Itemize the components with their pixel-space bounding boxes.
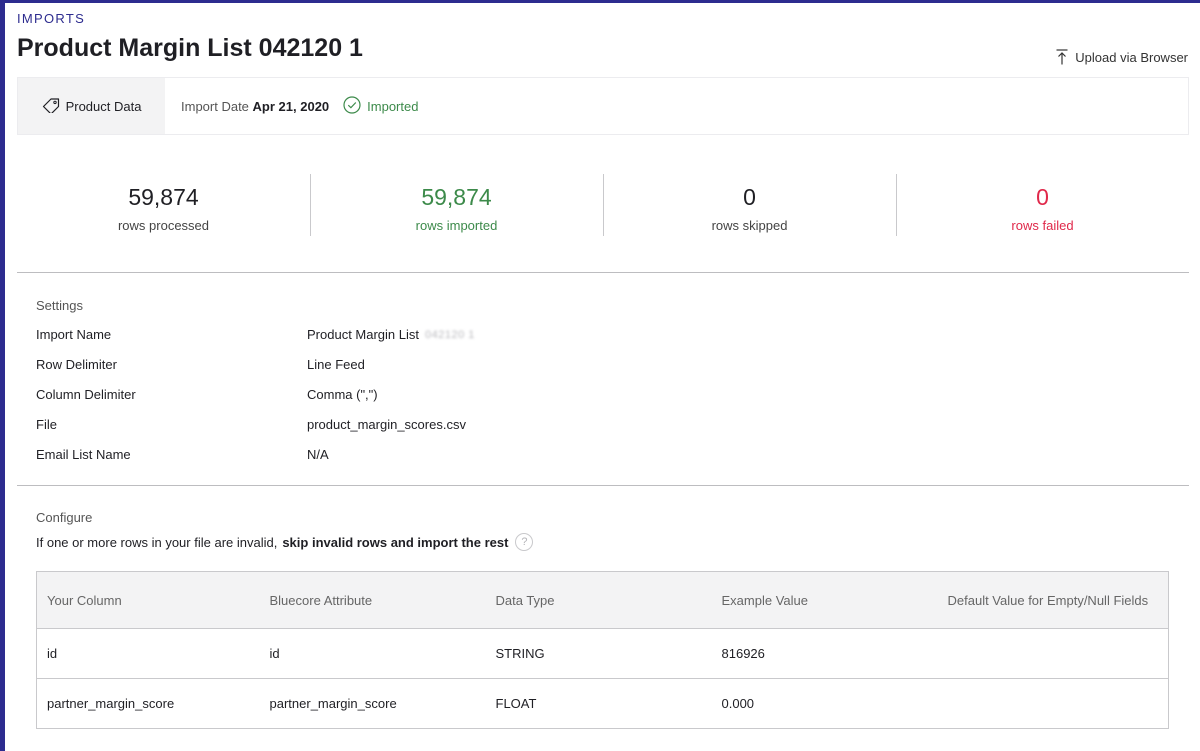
window-frame-top	[0, 0, 1200, 3]
stat-value: 59,874	[421, 184, 492, 210]
setting-value: product_margin_scores.csv	[307, 417, 466, 432]
table-cell: STRING	[485, 628, 712, 679]
table-row: partner_margin_score partner_margin_scor…	[36, 678, 1169, 729]
tag-icon	[42, 97, 61, 116]
table-cell: partner_margin_score	[36, 678, 260, 729]
setting-key: Email List Name	[36, 447, 131, 462]
stat-label: rows failed	[1011, 218, 1074, 233]
import-date: Import Date Apr 21, 2020	[181, 99, 329, 114]
window-frame-left	[0, 0, 5, 751]
setting-value: Comma (",")	[307, 387, 378, 402]
stat-value: 0	[1036, 184, 1049, 210]
setting-row: Import Name Product Margin List 042120 1	[36, 327, 475, 357]
table-header: Example Value	[711, 571, 938, 629]
table-cell: id	[36, 628, 260, 679]
import-date-value: Apr 21, 2020	[252, 98, 330, 114]
configure-note-text: If one or more rows in your file are inv…	[36, 534, 278, 550]
setting-row: Row Delimiter Line Feed	[36, 357, 475, 387]
breadcrumb[interactable]: IMPORTS	[17, 11, 85, 26]
check-circle-icon	[343, 95, 361, 117]
setting-row: Email List Name N/A	[36, 447, 475, 477]
table-row: id id STRING 816926	[36, 628, 1169, 679]
section-divider	[17, 272, 1189, 273]
stat-rows-processed: 59,874 rows processed	[17, 170, 310, 238]
table-cell: id	[259, 628, 486, 679]
stat-rows-failed: 0 rows failed	[896, 170, 1189, 238]
table-header: Your Column	[36, 571, 260, 629]
setting-row: File product_margin_scores.csv	[36, 417, 475, 447]
settings-title: Settings	[36, 298, 83, 313]
setting-value: N/A	[307, 447, 329, 462]
section-divider	[17, 485, 1189, 486]
upload-label: Upload via Browser	[1075, 49, 1188, 65]
setting-key: Column Delimiter	[36, 387, 136, 402]
table-cell[interactable]	[937, 628, 1169, 679]
stat-value: 59,874	[128, 184, 199, 210]
import-name-value: Product Margin List	[307, 327, 419, 342]
stat-label: rows imported	[415, 218, 498, 233]
import-info-bar: Product Data Import Date Apr 21, 2020 Im…	[17, 77, 1189, 135]
stat-rows-imported: 59,874 rows imported	[310, 170, 603, 238]
setting-row: Column Delimiter Comma (",")	[36, 387, 475, 417]
setting-key: Row Delimiter	[36, 357, 117, 372]
table-cell: partner_margin_score	[259, 678, 486, 729]
table-header: Default Value for Empty/Null Fields	[937, 571, 1169, 629]
import-date-label: Import Date	[181, 98, 249, 114]
stat-label: rows processed	[117, 218, 210, 233]
table-header: Bluecore Attribute	[259, 571, 486, 629]
page-title: Product Margin List 042120 1	[17, 34, 363, 62]
tab-product-data[interactable]: Product Data	[18, 78, 165, 134]
stat-rows-skipped: 0 rows skipped	[603, 170, 896, 238]
upload-via-browser-button[interactable]: Upload via Browser	[1056, 49, 1188, 65]
table-header: Data Type	[485, 571, 712, 629]
import-stats: 59,874 rows processed 59,874 rows import…	[17, 170, 1189, 238]
table-cell: 816926	[711, 628, 938, 679]
settings-list: Import Name Product Margin List 042120 1…	[36, 327, 475, 477]
table-header-row: Your Column Bluecore Attribute Data Type…	[36, 571, 1169, 629]
table-cell[interactable]	[937, 678, 1169, 729]
setting-value: Product Margin List 042120 1	[307, 327, 475, 342]
upload-arrow-icon	[1056, 49, 1068, 65]
stat-label: rows skipped	[711, 218, 788, 233]
status-label: Imported	[367, 98, 419, 114]
setting-key: File	[36, 417, 57, 432]
stat-value: 0	[743, 184, 756, 210]
configure-title: Configure	[36, 510, 93, 525]
table-cell: 0.000	[711, 678, 938, 729]
table-cell: FLOAT	[485, 678, 712, 729]
setting-value: Line Feed	[307, 357, 365, 372]
configure-note: If one or more rows in your file are inv…	[36, 533, 534, 551]
tab-product-data-label: Product Data	[65, 98, 142, 114]
column-mapping-table: Your Column Bluecore Attribute Data Type…	[36, 571, 1169, 729]
status-badge: Imported	[343, 95, 419, 117]
configure-note-strong: skip invalid rows and import the rest	[282, 534, 509, 550]
help-icon[interactable]: ?	[515, 533, 534, 551]
setting-key: Import Name	[36, 327, 112, 342]
redacted-text: 042120 1	[425, 328, 475, 341]
